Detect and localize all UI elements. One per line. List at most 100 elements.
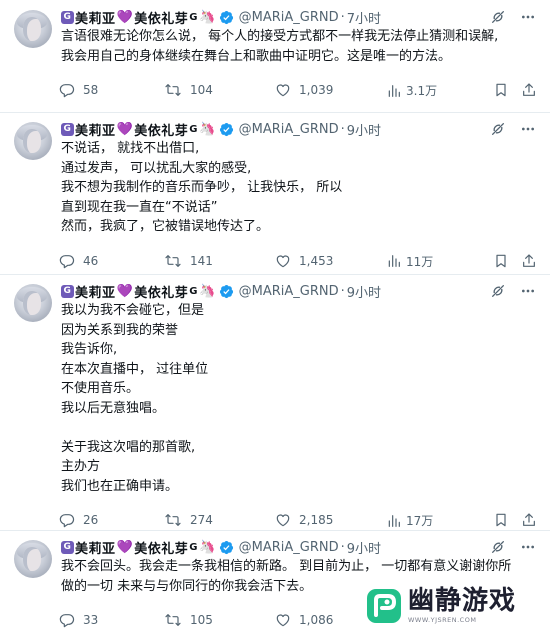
avatar[interactable] xyxy=(14,540,52,578)
retweet-button[interactable]: 105 xyxy=(164,612,213,628)
author-name[interactable]: G 美莉亚 💜 美依礼芽 G 🦄 xyxy=(61,282,216,301)
tweet-text-line: 在本次直播中， 过往单位 xyxy=(61,361,209,377)
g-badge-icon: G xyxy=(61,284,74,298)
more-icon[interactable] xyxy=(520,539,536,555)
views-count: 17万 xyxy=(406,514,434,528)
tweet-header: G 美莉亚 💜 美依礼芽 G 🦄 @MARiA_GRND · 9小时 xyxy=(61,281,381,301)
reply-button[interactable]: 58 xyxy=(59,82,98,98)
tweet[interactable]: G 美莉亚 💜 美依礼芽 G 🦄 @MARiA_GRND · 7小时 言语很难无… xyxy=(0,0,550,113)
bookmark-icon xyxy=(496,83,506,97)
author-name[interactable]: G 美莉亚 💜 美依礼芽 G 🦄 xyxy=(61,120,216,139)
reply-icon xyxy=(59,84,75,98)
reply-count: 33 xyxy=(83,613,99,627)
author-handle[interactable]: @MARiA_GRND xyxy=(239,10,339,25)
tweet-time[interactable]: 9小时 xyxy=(347,538,381,557)
avatar[interactable] xyxy=(14,10,52,48)
tweet-text-line: 我告诉你, xyxy=(61,342,118,357)
author-handle[interactable]: @MARiA_GRND xyxy=(239,122,339,137)
retweet-count: 141 xyxy=(190,253,213,268)
tweet-header: G 美莉亚 💜 美依礼芽 G 🦄 @MARiA_GRND · 7小时 xyxy=(61,7,381,27)
like-count: 1,453 xyxy=(299,253,334,268)
like-count: 1,086 xyxy=(299,613,334,627)
views-count: 11万 xyxy=(406,254,434,269)
reply-button[interactable]: 33 xyxy=(59,612,98,628)
author-name-part2: 美依礼芽 xyxy=(134,11,189,27)
views-button[interactable]: 3.1万 xyxy=(386,82,437,99)
tweet-text: 我以为我不会碰它，但是 因为关系到我的荣誉 我告诉你, 在本次直播中， 过往单位 不使用… xyxy=(61,301,531,496)
tweet-time[interactable]: 9小时 xyxy=(347,120,381,139)
heart-icon xyxy=(276,255,290,267)
share-button[interactable] xyxy=(521,512,545,528)
grok-icon[interactable] xyxy=(490,121,506,137)
author-name-part1: 美莉亚 xyxy=(75,541,116,557)
retweet-button[interactable]: 274 xyxy=(164,512,213,528)
purple-heart-icon: 💜 xyxy=(116,121,134,137)
share-button[interactable] xyxy=(521,82,545,98)
grok-icon[interactable] xyxy=(490,9,506,25)
tweet-actions: 58 104 1,039 3.1万 xyxy=(59,82,537,100)
tweet-text-line: 因为关系到我的荣誉 xyxy=(61,322,179,338)
more-icon[interactable] xyxy=(520,121,536,137)
separator-dot: · xyxy=(340,121,345,137)
tweet-top-icons xyxy=(490,539,536,555)
tweet-text-line: 主办方 xyxy=(61,459,101,474)
like-button[interactable]: 2,185 xyxy=(275,512,333,528)
avatar[interactable] xyxy=(14,284,52,322)
g-suffix: G xyxy=(189,11,198,23)
separator-dot: · xyxy=(340,283,345,299)
tweet[interactable]: G 美莉亚 💜 美依礼芽 G 🦄 @MARiA_GRND · 9小时 xyxy=(0,274,550,531)
tweet-header: G 美莉亚 💜 美依礼芽 G 🦄 @MARiA_GRND · 9小时 xyxy=(61,537,381,557)
reply-icon xyxy=(59,614,75,628)
tweet-time[interactable]: 9小时 xyxy=(347,282,381,301)
avatar[interactable] xyxy=(14,122,52,160)
author-name[interactable]: G 美莉亚 💜 美依礼芽 G 🦄 xyxy=(61,538,216,557)
tweet-text-line: 我会用自己的身体继续在舞台上和歌曲中证明它。这是唯一的方法。 xyxy=(61,48,452,64)
reply-button[interactable]: 26 xyxy=(59,512,98,528)
like-count: 1,039 xyxy=(299,83,334,97)
bookmark-button[interactable] xyxy=(493,82,517,98)
share-icon xyxy=(523,513,535,526)
tweet-text-line: 不说话， 就找不出借口, xyxy=(61,141,200,156)
tweet-text-line: 我以为我不会碰它，但是 xyxy=(61,303,205,318)
tweet-actions: 46 141 1,453 11万 xyxy=(59,253,537,271)
grok-icon[interactable] xyxy=(490,539,506,555)
more-icon[interactable] xyxy=(520,283,536,299)
bookmark-icon xyxy=(496,254,506,267)
retweet-count: 105 xyxy=(190,613,213,627)
share-button[interactable] xyxy=(521,253,545,269)
g-suffix: G xyxy=(189,541,198,553)
author-name[interactable]: G 美莉亚 💜 美依礼芽 G 🦄 xyxy=(61,8,216,27)
like-button[interactable]: 1,039 xyxy=(275,82,333,98)
views-button[interactable]: 11万 xyxy=(386,253,433,270)
reply-count: 58 xyxy=(83,83,99,97)
g-badge-icon: G xyxy=(61,122,74,136)
purple-heart-icon: 💜 xyxy=(116,539,134,555)
tweet[interactable]: G 美莉亚 💜 美依礼芽 G 🦄 @MARiA_GRND · 9小时 xyxy=(0,112,550,275)
tweet-text-line: 不使用音乐。 xyxy=(61,381,140,396)
watermark-subtitle: WWW.YJSREN.COM xyxy=(408,616,477,624)
watermark-logo-icon xyxy=(367,588,401,623)
tweet-top-icons xyxy=(490,121,536,137)
views-button[interactable]: 17万 xyxy=(386,512,433,529)
retweet-button[interactable]: 104 xyxy=(164,82,213,98)
tweet-time[interactable]: 7小时 xyxy=(347,8,381,27)
more-icon[interactable] xyxy=(520,9,536,25)
reply-button[interactable]: 46 xyxy=(59,253,98,269)
g-suffix: G xyxy=(189,123,198,135)
retweet-count: 274 xyxy=(190,513,213,527)
retweet-button[interactable]: 141 xyxy=(164,253,213,269)
grok-icon[interactable] xyxy=(490,283,506,299)
tweet-text-line xyxy=(61,418,531,438)
bookmark-button[interactable] xyxy=(493,512,517,528)
author-name-part2: 美依礼芽 xyxy=(134,285,189,301)
like-button[interactable]: 1,453 xyxy=(275,253,333,269)
unicorn-icon: 🦄 xyxy=(198,539,216,555)
like-button[interactable]: 1,086 xyxy=(275,612,333,628)
share-icon xyxy=(523,83,535,96)
bookmark-button[interactable] xyxy=(493,253,517,269)
author-handle[interactable]: @MARiA_GRND xyxy=(239,284,339,299)
author-handle[interactable]: @MARiA_GRND xyxy=(239,540,339,555)
tweet-text: 言语很难无论你怎么说， 每个人的接受方式都不一样我无法停止猜测和误解, 我会用自己… xyxy=(61,27,531,66)
retweet-icon xyxy=(165,254,181,267)
tweet-text-line: 我不会回头。我会走一条我相信的新路。 到目前为止， 一切都有意义谢谢你所 xyxy=(61,559,512,574)
